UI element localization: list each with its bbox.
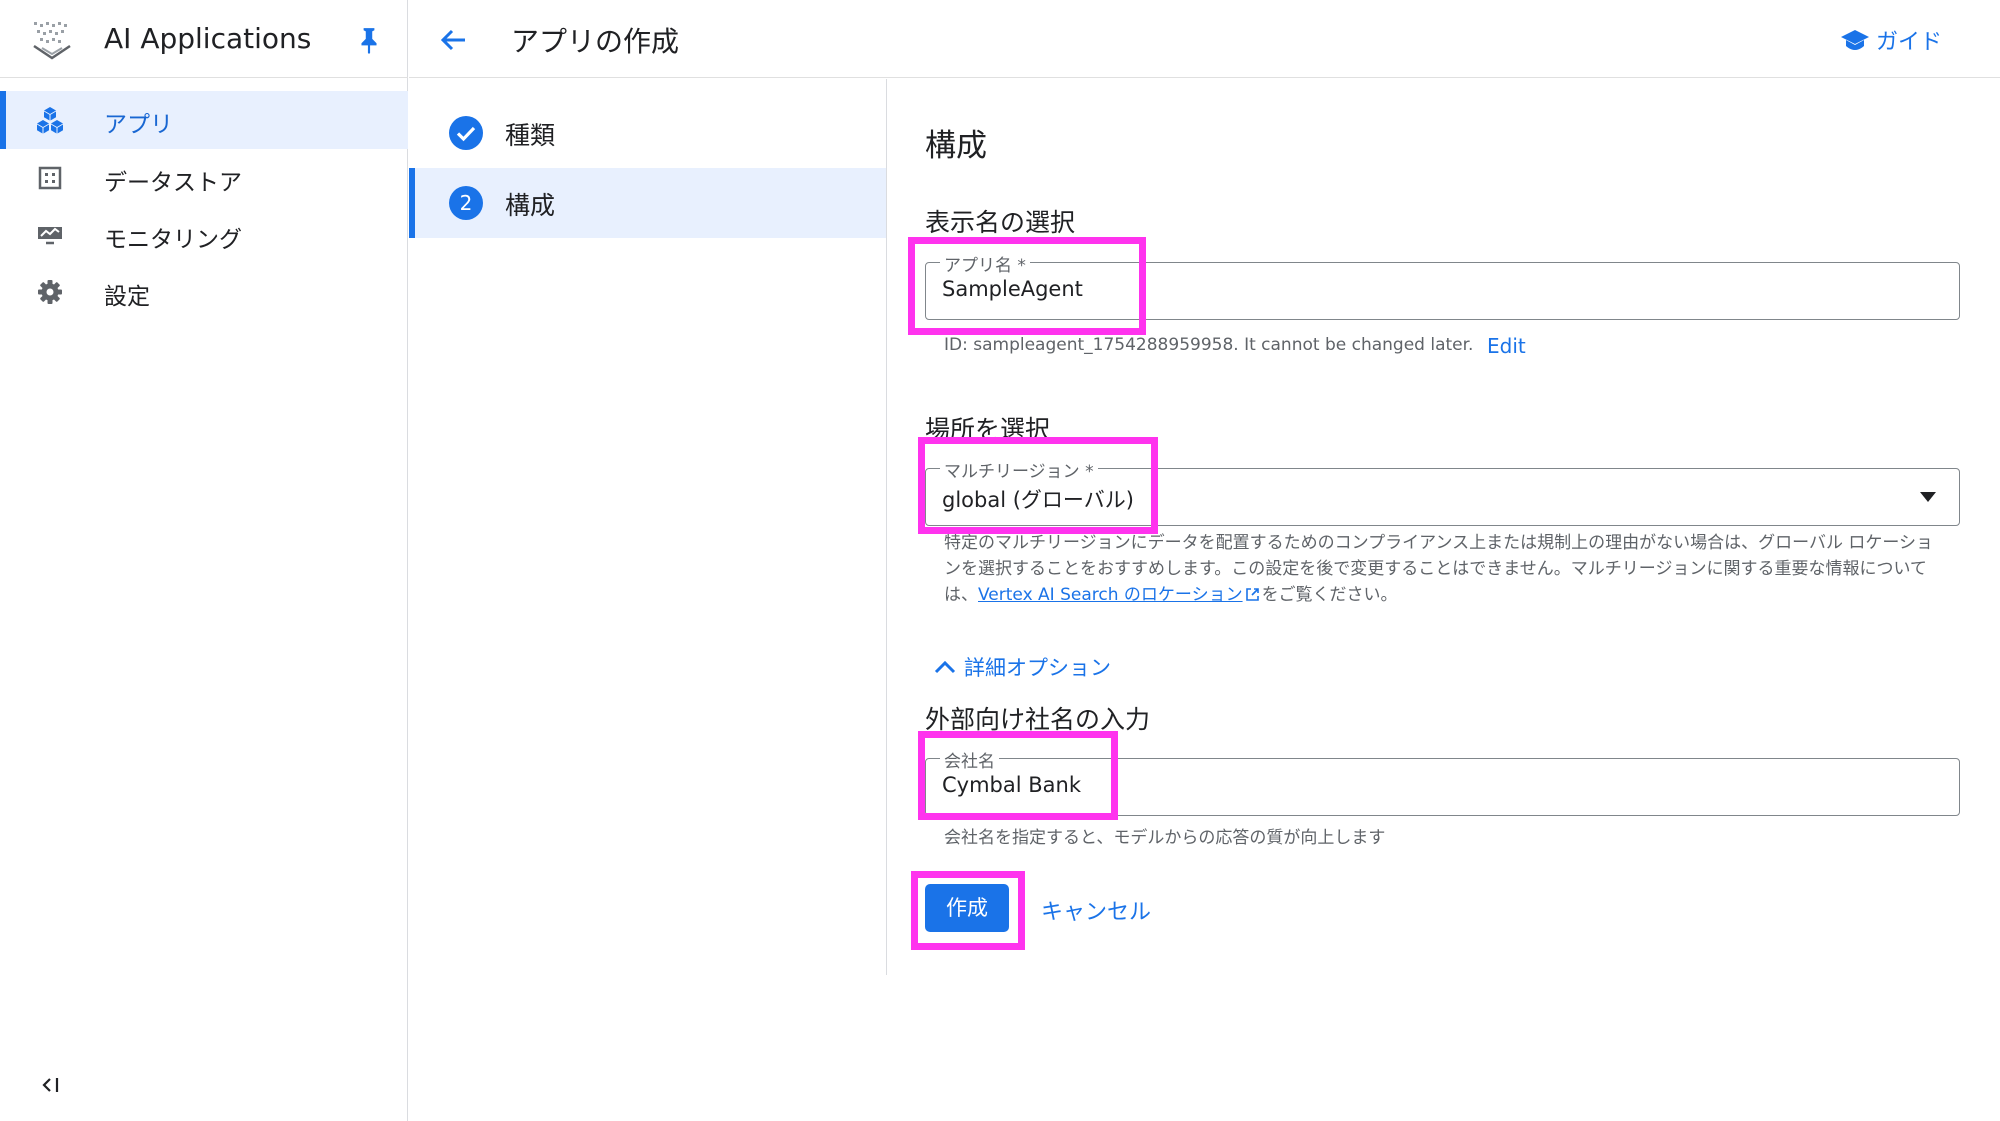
create-button[interactable]: 作成: [925, 884, 1009, 932]
page-header: アプリの作成 ガイド: [409, 0, 2000, 78]
app-name-label: アプリ名 *: [940, 251, 1030, 276]
dropdown-arrow-icon: [1920, 492, 1936, 502]
multi-region-label: マルチリージョン *: [940, 457, 1098, 482]
app-id-helper: ID: sampleagent_1754288959958. It cannot…: [944, 335, 1473, 355]
app-name-field[interactable]: アプリ名 *: [925, 251, 1960, 320]
apps-cubes-icon: [37, 107, 63, 134]
product-title: AI Applications: [104, 22, 312, 55]
location-help-part2: をご覧ください。: [1261, 585, 1398, 605]
sidebar-item-label: モニタリング: [104, 227, 242, 253]
back-arrow-icon[interactable]: [437, 24, 469, 56]
monitoring-icon: [38, 227, 62, 245]
multi-region-select[interactable]: マルチリージョン * global (グローバル): [925, 457, 1960, 526]
school-cap-icon: [1840, 30, 1869, 50]
app-id-suffix: . It cannot be changed later.: [1233, 335, 1474, 355]
sidebar-item-apps[interactable]: アプリ: [0, 91, 408, 149]
company-name-field[interactable]: 会社名: [925, 747, 1960, 816]
ai-applications-logo-icon: [33, 22, 71, 60]
advanced-options-label: 詳細オプション: [964, 656, 1111, 680]
sidebar-header: AI Applications: [0, 0, 408, 78]
company-name-label: 会社名: [940, 747, 999, 772]
step-type[interactable]: 種類: [409, 98, 886, 168]
pin-icon[interactable]: [356, 26, 382, 54]
app-id-value: sampleagent_1754288959958: [973, 335, 1234, 355]
company-name-helper: 会社名を指定すると、モデルからの応答の質が向上します: [944, 828, 1386, 848]
display-name-heading: 表示名の選択: [925, 208, 1076, 237]
guide-link[interactable]: ガイド: [1840, 24, 1942, 56]
sidebar-item-label: アプリ: [104, 112, 173, 138]
sidebar: AI Applications アプリ データストア モニタリング 設定: [0, 0, 408, 1121]
cancel-button[interactable]: キャンセル: [1041, 894, 1151, 926]
external-link-icon: [1245, 588, 1259, 601]
step-label: 種類: [505, 121, 556, 150]
sidebar-item-label: 設定: [104, 284, 150, 310]
location-help-text: 特定のマルチリージョンにデータを配置するためのコンプライアンス上または規制上の理…: [944, 530, 1934, 608]
check-circle-icon: [449, 116, 483, 150]
form-title: 構成: [925, 128, 987, 164]
edit-app-id-link[interactable]: Edit: [1487, 334, 1526, 358]
page-title: アプリの作成: [511, 25, 680, 58]
stepper: 種類 2 構成: [409, 79, 887, 975]
company-name-heading: 外部向け社名の入力: [925, 705, 1151, 734]
guide-label: ガイド: [1875, 30, 1942, 55]
advanced-options-toggle[interactable]: 詳細オプション: [934, 652, 1111, 682]
company-name-input[interactable]: [942, 773, 1902, 797]
step-label: 構成: [505, 191, 556, 220]
data-store-icon: [38, 166, 62, 190]
sidebar-item-monitoring[interactable]: モニタリング: [0, 206, 408, 264]
sidebar-item-data-store[interactable]: データストア: [0, 149, 408, 207]
vertex-location-link[interactable]: Vertex AI Search のロケーション: [978, 585, 1243, 605]
gear-icon: [38, 280, 62, 304]
sidebar-item-settings[interactable]: 設定: [0, 263, 408, 321]
multi-region-value: global (グローバル): [942, 488, 1134, 512]
app-name-input[interactable]: [942, 277, 1902, 301]
chevron-up-icon: [934, 660, 956, 674]
sidebar-item-label: データストア: [104, 170, 242, 196]
collapse-sidebar-icon[interactable]: [40, 1074, 62, 1096]
step-number-badge: 2: [449, 186, 483, 220]
step-configure[interactable]: 2 構成: [409, 168, 886, 238]
location-heading: 場所を選択: [925, 415, 1051, 444]
app-id-prefix: ID:: [944, 335, 974, 355]
